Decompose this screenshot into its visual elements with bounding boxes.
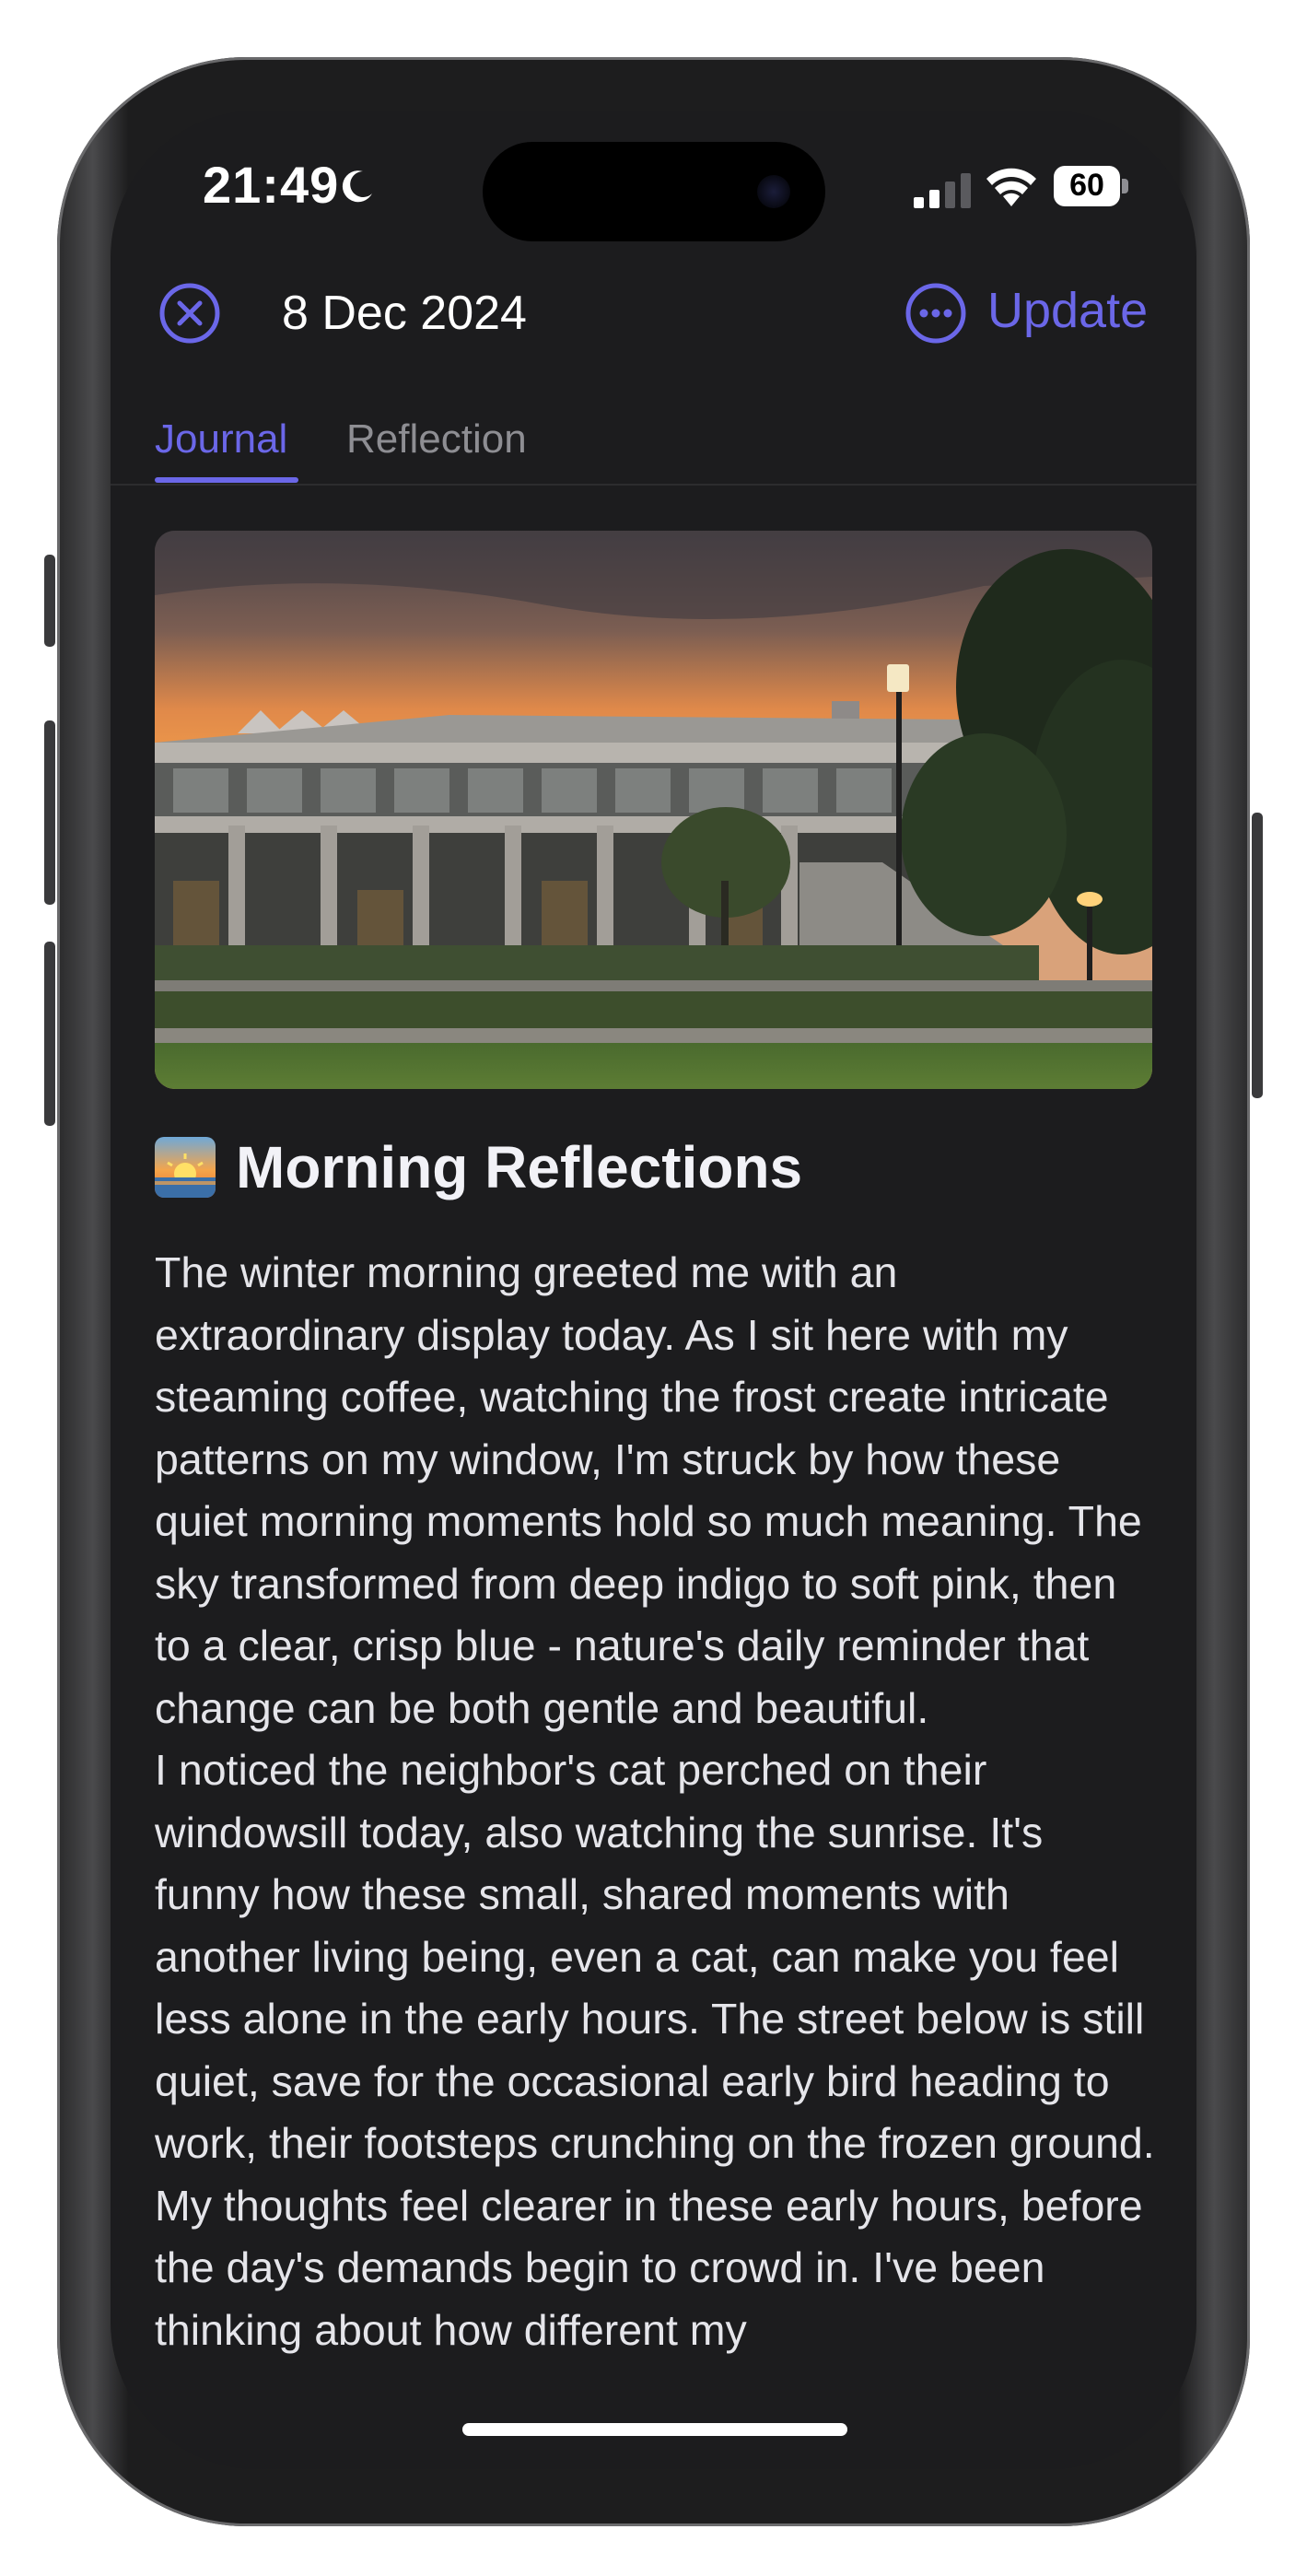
tab-journal[interactable]: Journal (155, 416, 287, 463)
home-indicator[interactable] (462, 2423, 847, 2436)
close-icon[interactable] (158, 282, 221, 345)
entry-paragraph: I noticed the neighbor's cat perched on … (155, 1746, 1155, 2167)
volume-up-button (44, 720, 55, 905)
entry-body[interactable]: The winter morning greeted me with an ex… (155, 1242, 1159, 2361)
wifi-icon (986, 168, 1036, 206)
action-button (44, 555, 55, 647)
signal-icon (914, 173, 971, 208)
moon-icon (342, 170, 372, 203)
app-screen: 21:49 60 8 Dec 2024 Update Journal Refle… (111, 111, 1196, 2469)
dynamic-island (483, 142, 825, 241)
tab-divider (111, 484, 1196, 486)
sunset-building-image (155, 531, 1152, 1089)
active-tab-indicator (155, 477, 298, 483)
battery-icon: 60 (1054, 166, 1129, 206)
entry-title: Morning Reflections (236, 1134, 803, 1200)
more-icon[interactable] (904, 282, 967, 345)
entry-heading: Morning Reflections (155, 1133, 1152, 1201)
entry-photo[interactable] (155, 531, 1152, 1089)
entry-date: 8 Dec 2024 (282, 287, 527, 340)
battery-level: 60 (1069, 168, 1104, 203)
update-button[interactable]: Update (987, 282, 1148, 339)
camera-icon (757, 175, 790, 208)
tab-reflection[interactable]: Reflection (346, 416, 527, 463)
power-button (1252, 813, 1263, 1098)
sunrise-icon (155, 1137, 216, 1198)
entry-paragraph: My thoughts feel clearer in these early … (155, 2181, 1143, 2354)
entry-paragraph: The winter morning greeted me with an ex… (155, 1248, 1142, 1732)
volume-down-button (44, 942, 55, 1126)
status-time: 21:49 (203, 156, 340, 214)
